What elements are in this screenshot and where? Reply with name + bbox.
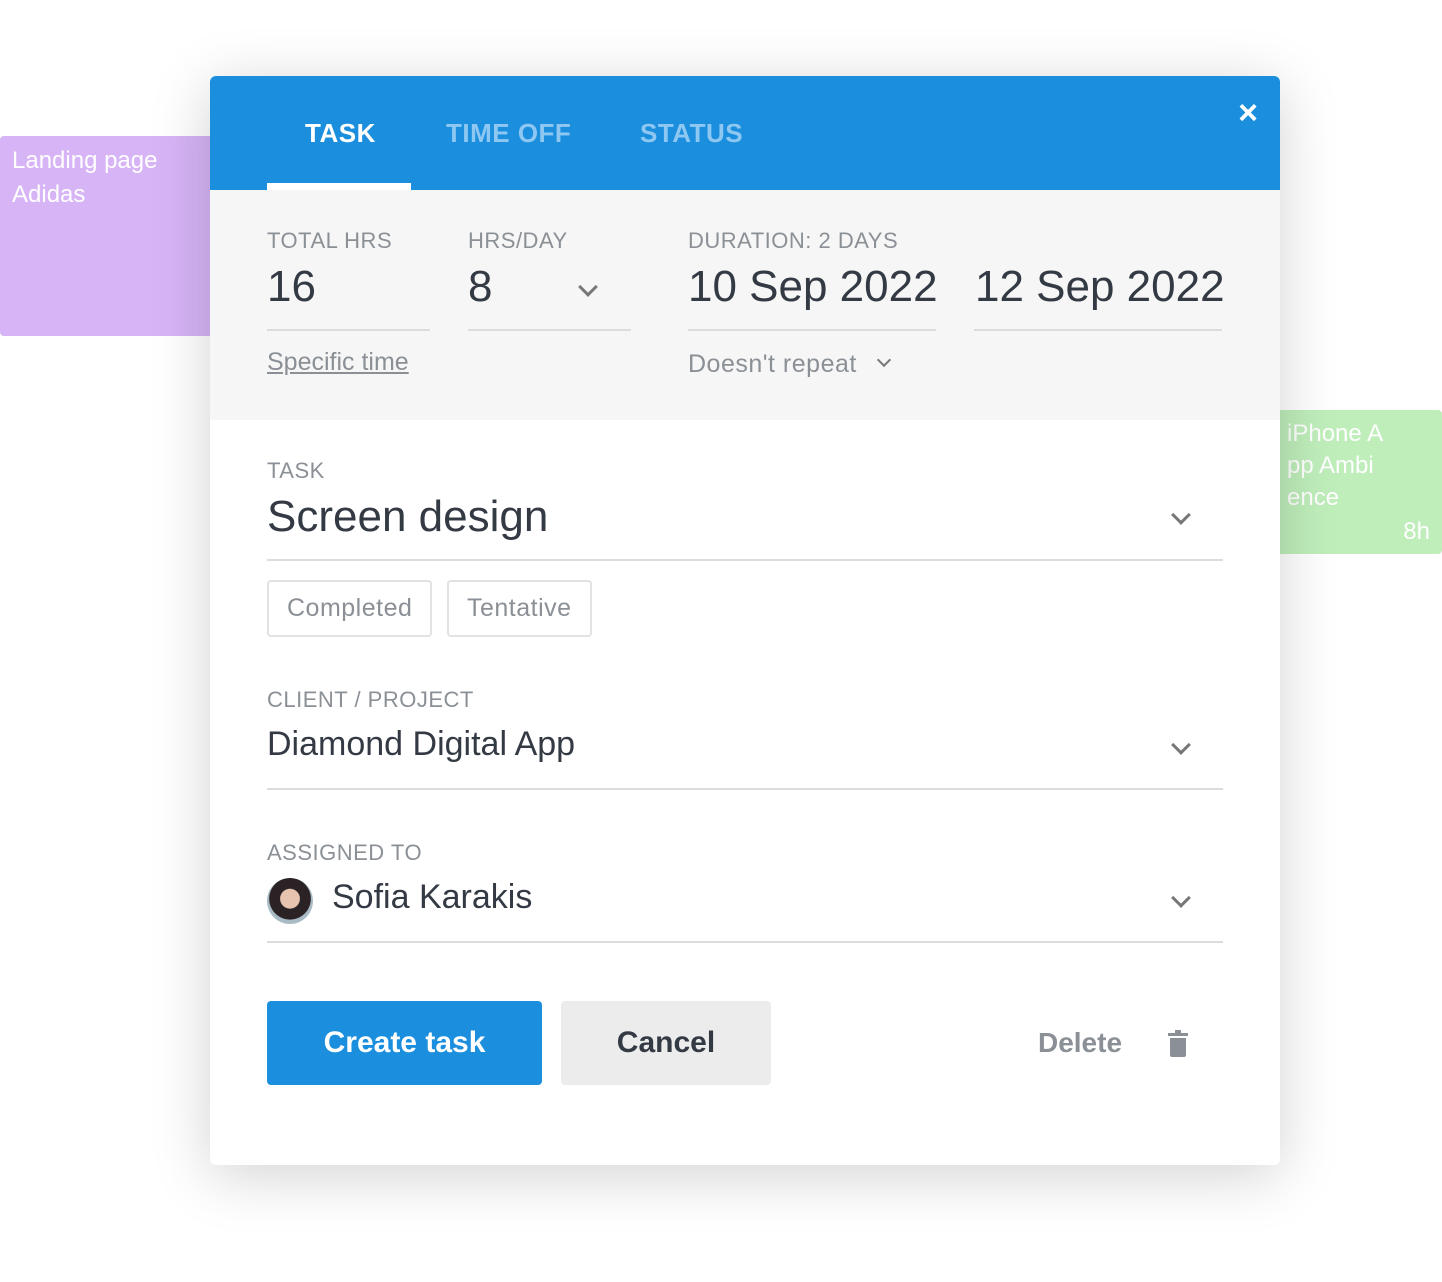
chevron-down-icon[interactable]: [578, 277, 598, 297]
create-task-button[interactable]: Create task: [267, 1001, 542, 1085]
calendar-card-iphone-app[interactable]: iPhone App Ambience 8h: [1275, 410, 1442, 554]
assigned-label: ASSIGNED TO: [267, 840, 423, 865]
specific-time-link[interactable]: Specific time: [267, 348, 409, 377]
hrs-day-label: HRS/DAY: [468, 228, 568, 253]
total-hrs-label: TOTAL HRS: [267, 228, 393, 253]
close-icon[interactable]: ×: [1238, 94, 1258, 133]
tentative-toggle[interactable]: Tentative: [447, 580, 592, 637]
tab-task[interactable]: TASK: [305, 118, 376, 149]
trash-icon[interactable]: [1168, 1030, 1188, 1057]
duration-label: DURATION: 2 DAYS: [688, 228, 899, 253]
chevron-down-icon[interactable]: [1171, 735, 1191, 755]
chevron-down-icon[interactable]: [1171, 505, 1191, 525]
end-date-input[interactable]: 12 Sep 2022: [975, 262, 1225, 312]
completed-toggle[interactable]: Completed: [267, 580, 433, 637]
client-label: CLIENT / PROJECT: [267, 687, 474, 712]
repeat-select[interactable]: Doesn't repeat: [688, 350, 857, 379]
chevron-down-icon[interactable]: [876, 352, 892, 368]
tab-time-off[interactable]: TIME OFF: [446, 118, 571, 149]
start-date-input[interactable]: 10 Sep 2022: [688, 262, 938, 312]
calendar-card-landing-page[interactable]: Landing page Adidas: [0, 136, 215, 336]
delete-button[interactable]: Delete: [1025, 1001, 1135, 1085]
chevron-down-icon[interactable]: [1171, 888, 1191, 908]
schedule-section: TOTAL HRS 16 HRS/DAY 8 DURATION: 2 DAYS …: [210, 190, 1280, 420]
cancel-button[interactable]: Cancel: [561, 1001, 771, 1085]
hrs-day-select[interactable]: 8: [468, 262, 492, 312]
avatar: [267, 878, 313, 924]
tab-status[interactable]: STATUS: [640, 118, 743, 149]
task-label: TASK: [267, 458, 325, 483]
card-title: iPhone App Ambience: [1287, 420, 1384, 511]
task-select[interactable]: Screen design: [267, 492, 548, 542]
card-hours: 8h: [1403, 518, 1430, 545]
assignee-select[interactable]: Sofia Karakis: [332, 878, 532, 917]
client-select[interactable]: Diamond Digital App: [267, 725, 575, 764]
active-tab-indicator: [267, 183, 411, 190]
modal-header: TASK TIME OFF STATUS ×: [210, 76, 1280, 190]
task-modal: TASK TIME OFF STATUS × TOTAL HRS 16 HRS/…: [210, 76, 1280, 1165]
total-hrs-input[interactable]: 16: [267, 262, 316, 312]
